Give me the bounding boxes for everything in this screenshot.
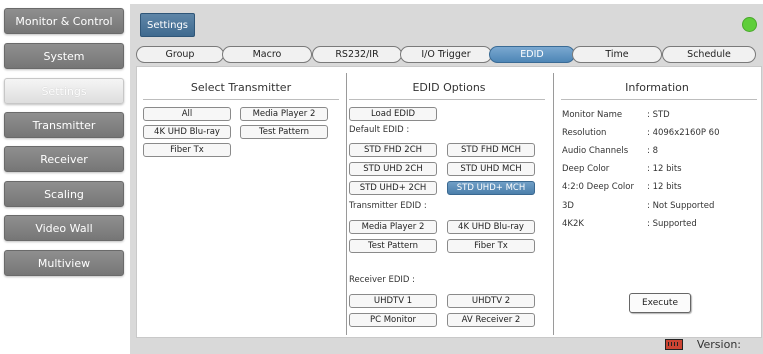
edid-av-receiver-2-button[interactable]: AV Receiver 2 (447, 313, 535, 327)
edid-options-title: EDID Options (412, 81, 486, 94)
default-edid-label: Default EDID : (349, 125, 410, 135)
edid-media-player-2-button[interactable]: Media Player 2 (349, 220, 437, 234)
receiver-edid-label: Receiver EDID : (349, 275, 416, 285)
sidebar-item-receiver[interactable]: Receiver (4, 146, 124, 172)
transmitter-all-button[interactable]: All (143, 107, 231, 121)
footer: Version: (664, 338, 741, 351)
edid-test-pattern-button[interactable]: Test Pattern (349, 239, 437, 253)
sidebar-item-label: Receiver (40, 152, 88, 166)
version-label: Version: (696, 338, 741, 351)
keyboard-icon[interactable] (664, 339, 683, 350)
information-title: Information (625, 81, 689, 94)
edid-pc-monitor-button[interactable]: PC Monitor (349, 313, 437, 327)
edid-fiber-tx-button[interactable]: Fiber Tx (447, 239, 535, 253)
info-key: Deep Color (562, 164, 610, 174)
tab-time[interactable]: Time (572, 46, 662, 63)
sidebar-item-video-wall[interactable]: Video Wall (4, 215, 124, 241)
sidebar-item-scaling[interactable]: Scaling (4, 181, 124, 207)
transmitter-4k-uhd-blu-ray-button[interactable]: 4K UHD Blu-ray (143, 125, 231, 139)
status-indicator (742, 17, 757, 32)
sidebar-item-label: Settings (41, 84, 87, 98)
tab-group[interactable]: Group (136, 46, 224, 63)
transmitter-fiber-tx-button[interactable]: Fiber Tx (143, 143, 231, 157)
main-panel: Settings Group Macro RS232/IR I/O Trigge… (130, 4, 763, 354)
sidebar-item-label: Multiview (37, 256, 91, 270)
info-key: 3D (562, 201, 574, 211)
execute-button[interactable]: Execute (629, 293, 691, 313)
edid-4k-uhd-blu-ray-button[interactable]: 4K UHD Blu-ray (447, 220, 535, 234)
info-key: Resolution (562, 128, 607, 138)
info-key: 4K2K (562, 219, 584, 229)
divider (349, 99, 545, 100)
sidebar-item-label: Monitor & Control (15, 14, 113, 28)
tab-rs232-ir[interactable]: RS232/IR (312, 46, 402, 63)
divider (143, 99, 339, 100)
info-key: Monitor Name (562, 110, 623, 120)
tab-bar: Group Macro RS232/IR I/O Trigger EDID Ti… (136, 42, 760, 64)
std-uhd-mch-button[interactable]: STD UHD MCH (447, 162, 535, 176)
section-tag: Settings (140, 13, 196, 37)
column-separator (346, 73, 347, 335)
info-value: : STD (647, 110, 670, 120)
info-value: : 12 bits (647, 182, 682, 192)
std-uhd-plus-mch-button[interactable]: STD UHD+ MCH (447, 181, 535, 195)
std-fhd-mch-button[interactable]: STD FHD MCH (447, 143, 535, 157)
edid-content: Select Transmitter All Media Player 2 4K… (136, 66, 762, 338)
sidebar-item-label: Transmitter (32, 118, 96, 132)
transmitter-edid-label: Transmitter EDID : (349, 201, 427, 211)
sidebar: Monitor & Control System Settings Transm… (0, 0, 128, 354)
sidebar-item-monitor-control[interactable]: Monitor & Control (4, 8, 124, 34)
sidebar-item-label: System (43, 49, 85, 63)
info-value: : Supported (647, 219, 697, 229)
std-uhd-plus-2ch-button[interactable]: STD UHD+ 2CH (349, 181, 437, 195)
std-fhd-2ch-button[interactable]: STD FHD 2CH (349, 143, 437, 157)
load-edid-button[interactable]: Load EDID (349, 107, 437, 121)
info-value: : Not Supported (647, 201, 715, 211)
transmitter-media-player-2-button[interactable]: Media Player 2 (240, 107, 328, 121)
info-value: : 4096x2160P 60 (647, 128, 720, 138)
tab-io-trigger[interactable]: I/O Trigger (400, 46, 492, 63)
tab-macro[interactable]: Macro (222, 46, 312, 63)
info-key: 4:2:0 Deep Color (562, 182, 634, 192)
sidebar-item-label: Video Wall (35, 221, 93, 235)
sidebar-item-system[interactable]: System (4, 43, 124, 69)
sidebar-item-label: Scaling (44, 187, 84, 201)
info-key: Audio Channels (562, 146, 629, 156)
sidebar-item-settings[interactable]: Settings (4, 78, 124, 104)
edid-uhdtv-1-button[interactable]: UHDTV 1 (349, 294, 437, 308)
sidebar-item-transmitter[interactable]: Transmitter (4, 112, 124, 138)
tab-schedule[interactable]: Schedule (662, 46, 756, 63)
edid-uhdtv-2-button[interactable]: UHDTV 2 (447, 294, 535, 308)
std-uhd-2ch-button[interactable]: STD UHD 2CH (349, 162, 437, 176)
sidebar-item-multiview[interactable]: Multiview (4, 250, 124, 276)
tab-edid[interactable]: EDID (489, 46, 575, 63)
select-transmitter-title: Select Transmitter (190, 81, 292, 94)
column-separator (553, 73, 554, 335)
info-value: : 12 bits (647, 164, 682, 174)
transmitter-test-pattern-button[interactable]: Test Pattern (240, 125, 328, 139)
divider (561, 99, 757, 100)
info-value: : 8 (647, 146, 658, 156)
